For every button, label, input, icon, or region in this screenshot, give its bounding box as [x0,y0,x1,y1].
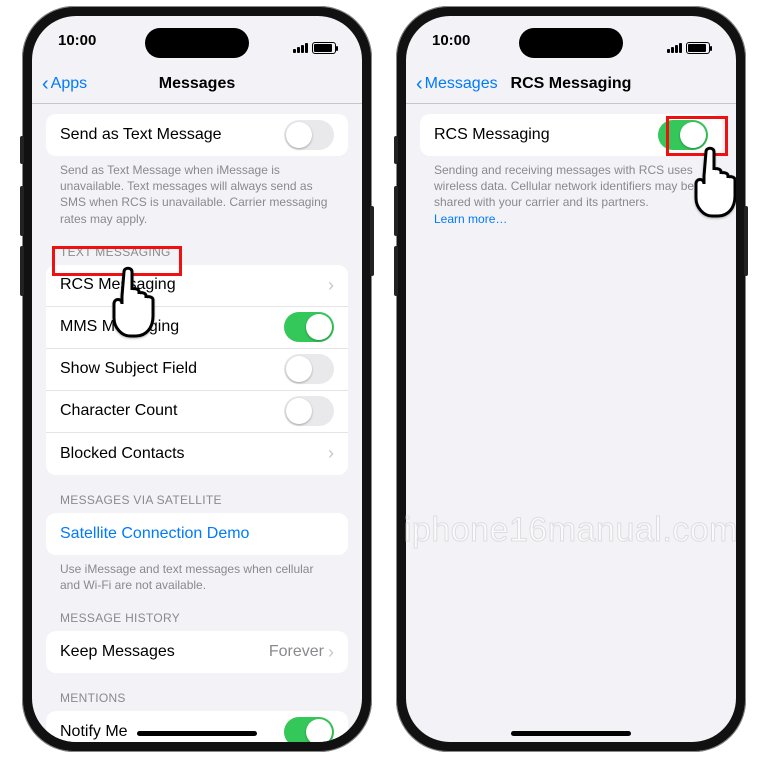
phone-right: 10:00 ‹ Messages RCS Messaging RCS Mes [396,6,746,752]
toggle-notify-me[interactable] [284,717,334,742]
toggle-send-as-text[interactable] [284,120,334,150]
group-header: MESSAGES VIA SATELLITE [46,493,348,513]
row-label: Blocked Contacts [60,445,328,463]
chevron-right-icon: › [328,443,334,464]
group-header: MESSAGE HISTORY [46,611,348,631]
toggle-char-count[interactable] [284,396,334,426]
row-char-count[interactable]: Character Count [46,391,348,433]
dynamic-island [519,28,623,58]
footer-text: Use iMessage and text messages when cell… [46,555,348,593]
row-rcs-toggle[interactable]: RCS Messaging [420,114,722,156]
toggle-mms[interactable] [284,312,334,342]
footer-text: Send as Text Message when iMessage is un… [46,156,348,227]
row-satellite-demo[interactable]: Satellite Connection Demo [46,513,348,555]
nav-bar: ‹ Apps Messages [32,64,362,104]
signal-icon [293,43,308,53]
row-label: Show Subject Field [60,360,284,378]
footer-text: Sending and receiving messages with RCS … [420,156,722,227]
back-label: Messages [425,75,498,93]
chevron-right-icon: › [328,642,334,663]
row-show-subject[interactable]: Show Subject Field [46,349,348,391]
battery-icon [312,42,336,54]
toggle-rcs[interactable] [658,120,708,150]
row-mms-messaging[interactable]: MMS Messaging [46,307,348,349]
group-header: TEXT MESSAGING [46,245,348,265]
nav-bar: ‹ Messages RCS Messaging [406,64,736,104]
battery-icon [686,42,710,54]
row-rcs-messaging[interactable]: RCS Messaging › [46,265,348,307]
back-button[interactable]: ‹ Messages [416,74,498,94]
row-blocked-contacts[interactable]: Blocked Contacts › [46,433,348,475]
chevron-left-icon: ‹ [416,74,423,94]
status-time: 10:00 [58,32,96,64]
row-label: Character Count [60,402,284,420]
chevron-left-icon: ‹ [42,74,49,94]
back-button[interactable]: ‹ Apps [42,74,87,94]
row-label: Satellite Connection Demo [60,525,334,543]
row-label: RCS Messaging [434,126,658,144]
row-send-as-text[interactable]: Send as Text Message [46,114,348,156]
row-label: Send as Text Message [60,126,284,144]
learn-more-link[interactable]: Learn more… [434,212,507,226]
row-keep-messages[interactable]: Keep Messages Forever › [46,631,348,673]
group-header: MENTIONS [46,691,348,711]
row-value: Forever [269,643,324,661]
chevron-right-icon: › [328,275,334,296]
phone-left: 10:00 ‹ Apps Messages Send as Text Me [22,6,372,752]
home-indicator [511,731,631,736]
row-label: MMS Messaging [60,318,284,336]
row-notify-me[interactable]: Notify Me [46,711,348,742]
back-label: Apps [51,75,87,93]
status-time: 10:00 [432,32,470,64]
row-label: Keep Messages [60,643,269,661]
signal-icon [667,43,682,53]
home-indicator [137,731,257,736]
toggle-show-subject[interactable] [284,354,334,384]
dynamic-island [145,28,249,58]
row-label: RCS Messaging [60,276,328,294]
